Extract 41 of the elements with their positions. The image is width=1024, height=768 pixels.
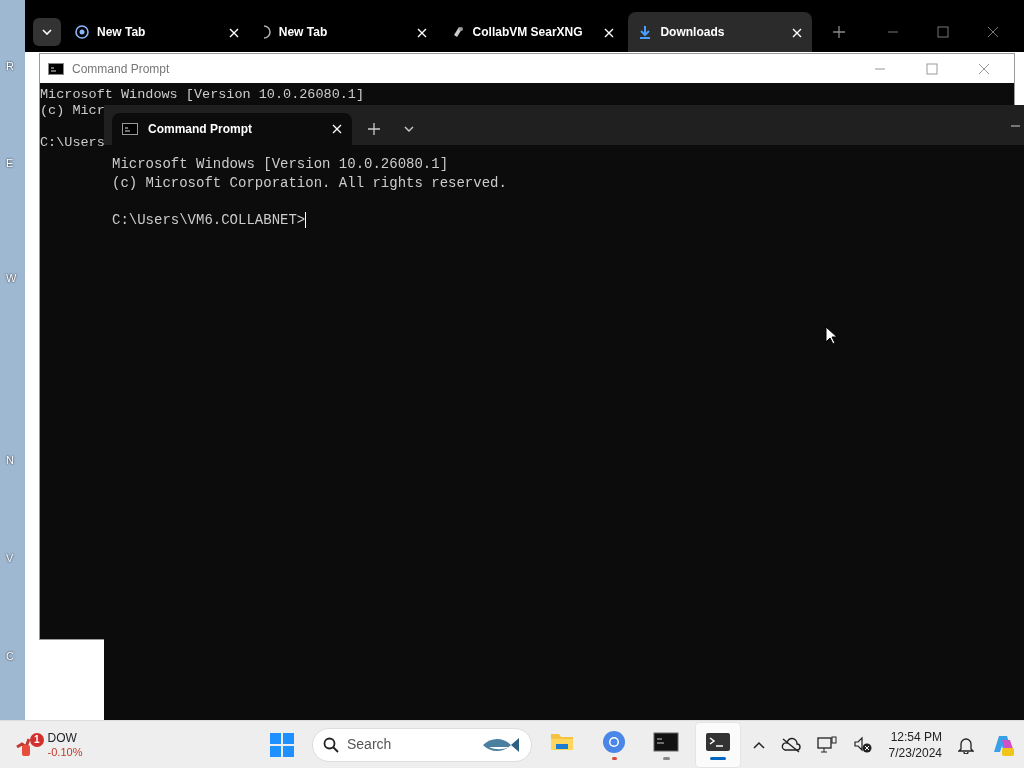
plus-icon[interactable] (833, 25, 846, 38)
terminal-tab[interactable]: Command Prompt (112, 113, 352, 145)
text-cursor (305, 212, 307, 228)
chevron-up-icon[interactable] (752, 740, 765, 749)
console-prompt: C:\Users\VM6.COLLABNET> (112, 212, 306, 228)
window-title: Command Prompt (72, 60, 170, 78)
console-prompt: C:\Users (40, 135, 106, 151)
cloud-off-icon[interactable] (780, 736, 801, 753)
clock-date[interactable]: 7/23/2024 (888, 744, 942, 761)
browser-tab[interactable]: CollabVM SearXNG (440, 12, 625, 52)
bell-icon[interactable] (958, 735, 974, 754)
ticker-change: -0.10% (47, 744, 83, 759)
ticker-name: DOW (47, 730, 78, 745)
console-line: Microsoft Windows [Version 10.0.26080.1] (112, 155, 450, 174)
taskbar-app-button[interactable] (696, 722, 740, 767)
notification-badge: 1 (30, 732, 44, 747)
console-app-icon (48, 62, 64, 75)
chevron-down-icon[interactable] (404, 126, 414, 132)
maximize-icon[interactable] (937, 25, 950, 38)
clock-time[interactable]: 12:54 PM (890, 728, 942, 745)
browser-tab[interactable]: Downloads (628, 12, 813, 52)
console-app-icon (653, 729, 679, 755)
browser-tab[interactable]: New Tab (252, 12, 437, 52)
chevron-down-icon (42, 29, 52, 35)
windows-logo-icon (270, 732, 294, 757)
search-icon (323, 736, 339, 753)
console-line: (c) Microsoft Corporation. All rights reserved. (112, 174, 508, 193)
search-field[interactable]: Search (312, 727, 532, 762)
browser-tab[interactable]: New Tab (64, 12, 249, 52)
speaker-muted-icon[interactable] (852, 735, 873, 754)
network-icon[interactable] (816, 735, 837, 754)
plus-icon[interactable] (368, 123, 380, 135)
download-icon (638, 25, 653, 39)
console-app-icon (122, 123, 138, 135)
console-line: Microsoft Windows [Version 10.0.26080.1] (40, 87, 366, 103)
spinner-icon (262, 25, 271, 39)
globe-icon (74, 25, 89, 39)
tab-list-button[interactable] (33, 18, 61, 46)
console-line: (c) Micr (40, 103, 106, 119)
browser-icon (601, 729, 627, 755)
mouse-pointer-icon (825, 326, 837, 344)
